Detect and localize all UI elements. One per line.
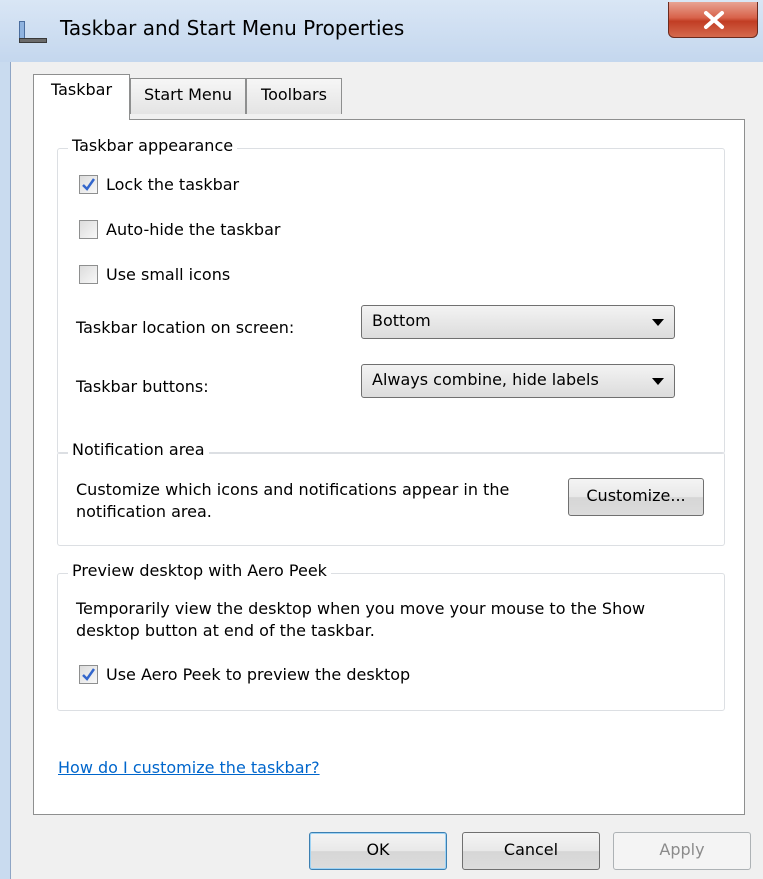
location-label: Taskbar location on screen: bbox=[76, 318, 295, 337]
small-icons-checkbox[interactable] bbox=[79, 265, 98, 284]
checkmark-icon bbox=[82, 178, 96, 191]
buttons-dropdown[interactable]: Always combine, hide labels bbox=[361, 364, 675, 398]
aero-peek-label: Use Aero Peek to preview the desktop bbox=[106, 665, 411, 684]
autohide-row[interactable]: Auto-hide the taskbar bbox=[79, 220, 280, 239]
group-title: Notification area bbox=[68, 440, 209, 459]
group-title: Preview desktop with Aero Peek bbox=[68, 561, 331, 580]
dropdown-arrow-icon bbox=[652, 378, 664, 385]
aero-peek-row[interactable]: Use Aero Peek to preview the desktop bbox=[79, 665, 410, 684]
buttons-label: Taskbar buttons: bbox=[76, 377, 209, 396]
checkmark-icon bbox=[82, 668, 96, 681]
lock-taskbar-label: Lock the taskbar bbox=[106, 175, 240, 194]
location-value: Bottom bbox=[372, 311, 431, 330]
close-icon bbox=[704, 11, 724, 29]
dropdown-arrow-icon bbox=[652, 319, 664, 326]
buttons-value: Always combine, hide labels bbox=[372, 370, 599, 389]
ok-button[interactable]: OK bbox=[309, 832, 447, 870]
location-dropdown[interactable]: Bottom bbox=[361, 305, 675, 339]
taskbar-icon bbox=[17, 19, 49, 45]
customize-button[interactable]: Customize... bbox=[568, 478, 704, 516]
window-title: Taskbar and Start Menu Properties bbox=[60, 16, 405, 40]
group-aero-peek: Preview desktop with Aero Peek bbox=[57, 561, 725, 711]
help-link[interactable]: How do I customize the taskbar? bbox=[58, 758, 320, 777]
group-title: Taskbar appearance bbox=[68, 136, 238, 155]
cancel-button[interactable]: Cancel bbox=[462, 832, 600, 870]
tab-start-menu[interactable]: Start Menu bbox=[130, 78, 246, 114]
lock-taskbar-checkbox[interactable] bbox=[79, 175, 98, 194]
close-button[interactable] bbox=[668, 2, 758, 38]
autohide-label: Auto-hide the taskbar bbox=[106, 220, 281, 239]
peek-description: Temporarily view the desktop when you mo… bbox=[76, 599, 646, 640]
tab-toolbars[interactable]: Toolbars bbox=[246, 78, 342, 114]
small-icons-row[interactable]: Use small icons bbox=[79, 265, 230, 284]
lock-taskbar-row[interactable]: Lock the taskbar bbox=[79, 175, 239, 194]
notification-description: Customize which icons and notifications … bbox=[76, 480, 510, 521]
title-bar[interactable]: Taskbar and Start Menu Properties bbox=[0, 0, 763, 62]
aero-peek-checkbox[interactable] bbox=[79, 665, 98, 684]
tab-taskbar[interactable]: Taskbar bbox=[33, 74, 130, 120]
dialog-client-area: Taskbar Start Menu Toolbars Taskbar appe… bbox=[10, 62, 763, 879]
properties-window: Taskbar and Start Menu Properties Taskba… bbox=[0, 0, 763, 879]
apply-button: Apply bbox=[613, 832, 751, 870]
small-icons-label: Use small icons bbox=[106, 265, 231, 284]
autohide-checkbox[interactable] bbox=[79, 220, 98, 239]
